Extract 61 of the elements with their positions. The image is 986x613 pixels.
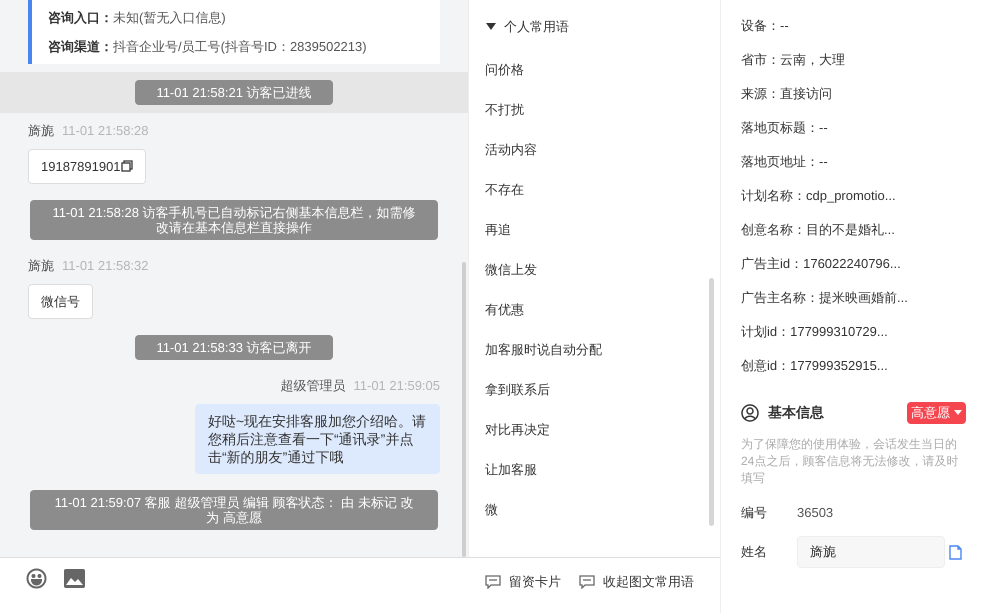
system-notice: 11-01 21:58:28 访客手机号已自动标记右侧基本信息栏，如需修改请在基本信息栏直接操作	[30, 200, 438, 240]
scrollbar[interactable]	[462, 262, 466, 557]
phrase-item[interactable]: 微	[485, 498, 498, 520]
message-time: 11-01 21:58:32	[62, 257, 148, 275]
field-label: 编号	[741, 504, 768, 522]
document-icon[interactable]	[949, 544, 962, 560]
message-bubble: 19187891901	[28, 148, 146, 184]
message-time: 11-01 21:59:05	[354, 377, 440, 395]
message-bubble: 好哒~现在安排客服加您介绍哈。请您稍后注意查看一下“通讯录”并点击“新的朋友”通过下哦	[195, 404, 440, 474]
info-line: 来源：直接访问	[741, 85, 832, 103]
info-line: 广告主id：176022240796...	[741, 255, 901, 273]
caret-icon	[954, 410, 962, 416]
system-notice: 11-01 21:58:33 访客已离开	[135, 335, 333, 360]
phrase-item[interactable]: 问价格	[485, 58, 524, 80]
info-line: 落地页地址：--	[741, 153, 828, 171]
caret-icon	[486, 23, 496, 30]
message-time: 11-01 21:58:28	[62, 122, 148, 140]
phrase-item[interactable]: 拿到联系后	[485, 378, 550, 400]
phrase-item[interactable]: 对比再决定	[485, 418, 550, 440]
phrase-item[interactable]: 再追	[485, 218, 511, 240]
toolbar-button[interactable]: 留资卡片	[485, 572, 561, 592]
comment-icon	[485, 574, 501, 589]
field-value: 未知(暂无入口信息)	[113, 10, 226, 25]
phrase-item[interactable]: 活动内容	[485, 138, 537, 160]
phrase-item[interactable]: 有优惠	[485, 298, 524, 320]
emoji-icon[interactable]	[26, 568, 47, 589]
user-icon	[741, 404, 759, 422]
comment-icon	[579, 574, 595, 589]
phrase-item[interactable]: 不存在	[485, 178, 524, 200]
info-line: 省市：云南，大理	[741, 51, 845, 69]
phrase-item[interactable]: 让加客服	[485, 458, 537, 480]
scrollbar[interactable]	[709, 278, 714, 526]
copy-icon[interactable]	[120, 160, 133, 172]
message-bubble: 微信号	[28, 284, 93, 319]
field-value: 36503	[797, 504, 834, 522]
phrase-group-header[interactable]: 个人常用语	[469, 0, 720, 46]
info-line: 计划名称：cdp_promotio...	[741, 187, 896, 205]
sender-name: 超级管理员	[280, 377, 346, 395]
system-notice: 11-01 21:58:21 访客已进线	[135, 80, 333, 105]
notice-text: 为了保障您的使用体验，会话发生当日的24点之后，顾客信息将无法修改，请及时填写	[741, 436, 960, 486]
system-notice: 11-01 21:59:07 客服 超级管理员 编辑 顾客状态： 由 未标记 改为 高意愿	[30, 490, 438, 530]
sender-name: 旖旎	[28, 122, 54, 140]
phrase-item[interactable]: 加客服时说自动分配	[485, 338, 602, 360]
info-line: 广告主名称：提米映画婚前...	[741, 289, 908, 307]
phrase-item[interactable]: 不打扰	[485, 98, 524, 120]
info-line: 设备：--	[741, 17, 789, 35]
field-label: 姓名	[741, 543, 768, 562]
sender-name: 旖旎	[28, 257, 54, 275]
image-icon[interactable]	[64, 569, 85, 588]
info-line: 创意id：177999352915...	[741, 357, 888, 375]
field-value: 抖音企业号/员工号(抖音号ID：2839502213)	[113, 38, 367, 54]
status-dropdown[interactable]: 高意愿	[907, 402, 966, 424]
phrase-item[interactable]: 微信上发	[485, 258, 537, 280]
name-field[interactable]: 旖旎	[797, 536, 945, 568]
info-line: 创意名称：目的不是婚礼...	[741, 221, 895, 239]
info-line: 计划id：177999310729...	[741, 323, 888, 341]
info-line: 落地页标题：--	[741, 119, 828, 137]
field-label: 咨询入口：	[48, 10, 113, 25]
section-title: 基本信息	[768, 403, 824, 422]
field-label: 咨询渠道：	[48, 38, 113, 54]
toolbar-button[interactable]: 收起图文常用语	[579, 572, 694, 592]
